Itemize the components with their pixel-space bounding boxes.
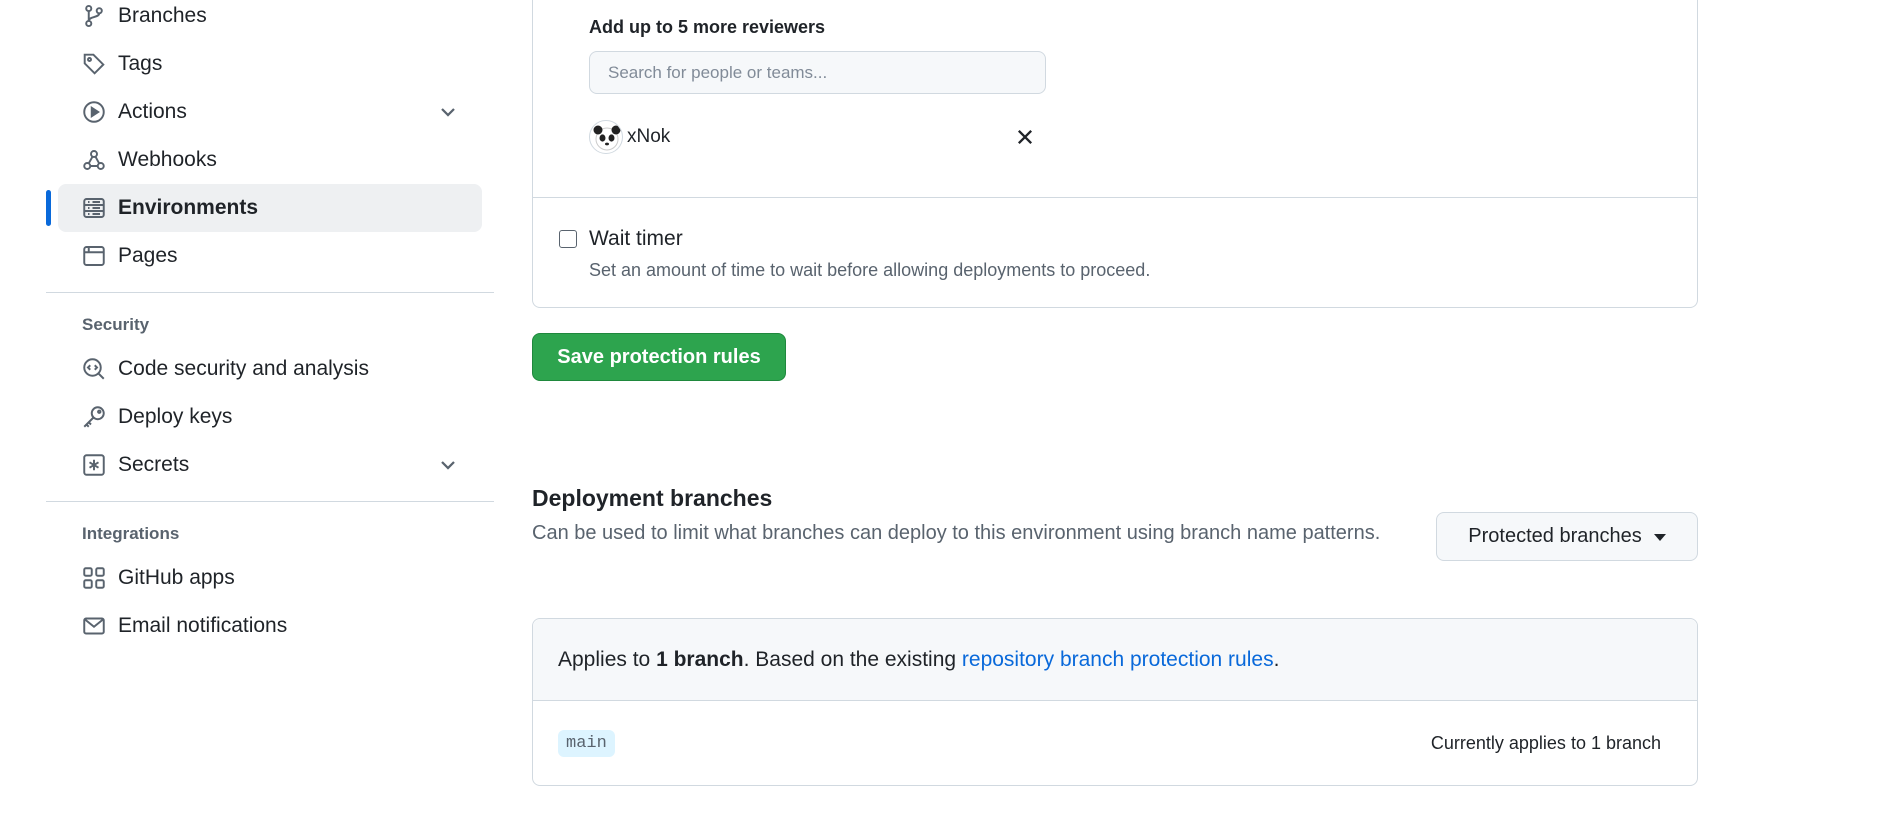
reviewer-row: xNok (589, 120, 1046, 154)
main-content: Add up to 5 more reviewers xNok (532, 0, 1698, 786)
tag-icon (82, 52, 106, 76)
sidebar-item-branches[interactable]: Branches (58, 0, 482, 40)
applies-middle: . Based on the existing (743, 647, 962, 671)
sidebar-item-label: Actions (118, 100, 187, 123)
sidebar-item-code-security[interactable]: Code security and analysis (58, 345, 482, 393)
branch-status: Currently applies to 1 branch (1430, 732, 1661, 753)
sidebar-item-label: Pages (118, 244, 178, 267)
applies-prefix: Applies to (558, 647, 657, 671)
wait-timer-checkbox[interactable] (559, 230, 577, 248)
table-row: main Currently applies to 1 branch (533, 701, 1697, 785)
deployment-branches-title: Deployment branches (532, 485, 773, 511)
sidebar-section-security: Security (82, 315, 150, 334)
sidebar-item-label: Code security and analysis (118, 357, 369, 380)
avatar (589, 120, 623, 154)
active-indicator (46, 190, 51, 226)
applies-count: 1 branch (656, 647, 744, 671)
sidebar-item-label: Secrets (118, 453, 190, 476)
wait-timer-option: Wait timer Set an amount of time to wait… (559, 227, 1150, 281)
remove-reviewer-close-icon[interactable] (1010, 122, 1040, 152)
chevron-down-icon[interactable] (436, 453, 460, 477)
key-asterisk-icon (82, 453, 106, 477)
chevron-down-icon[interactable] (436, 100, 460, 124)
server-icon (82, 196, 106, 220)
sidebar-item-tags[interactable]: Tags (58, 40, 482, 88)
browser-icon (82, 244, 106, 268)
sidebar-item-email-notifications[interactable]: Email notifications (58, 602, 482, 650)
wait-timer-title: Wait timer (589, 227, 683, 250)
sidebar-item-webhooks[interactable]: Webhooks (58, 136, 482, 184)
mail-icon (82, 614, 106, 638)
sidebar-item-label: Environments (118, 196, 259, 219)
sidebar-divider (46, 292, 494, 293)
sidebar-item-label: GitHub apps (118, 566, 235, 589)
reviewer-name: xNok (627, 126, 671, 147)
webhook-icon (82, 148, 106, 172)
deployment-branches-dropdown[interactable]: Protected branches (1436, 512, 1698, 561)
sidebar-item-secrets[interactable]: Secrets (58, 441, 482, 489)
dropdown-label: Protected branches (1468, 525, 1642, 547)
branch-protection-rules-link[interactable]: repository branch protection rules (962, 648, 1274, 672)
sidebar-divider (46, 501, 494, 502)
sidebar-item-github-apps[interactable]: GitHub apps (58, 554, 482, 602)
protection-rules-box: Add up to 5 more reviewers xNok (532, 0, 1698, 308)
sidebar-item-label: Webhooks (118, 148, 217, 171)
row-divider (533, 197, 1697, 198)
sidebar-section-integrations: Integrations (82, 524, 180, 543)
apps-icon (82, 566, 106, 590)
sidebar-item-label: Branches (118, 4, 207, 27)
sidebar-item-label: Deploy keys (118, 405, 233, 428)
codescan-icon (82, 357, 106, 381)
key-icon (82, 405, 106, 429)
caret-down-icon (1653, 534, 1666, 541)
reviewer-search-input[interactable] (589, 51, 1046, 94)
applies-suffix: . (1273, 647, 1280, 671)
applies-box: Applies to 1 branch . Based on the exist… (532, 618, 1698, 786)
save-protection-rules-button[interactable]: Save protection rules (532, 333, 786, 381)
applies-summary: Applies to 1 branch . Based on the exist… (533, 619, 1697, 701)
git-branch-icon (82, 4, 106, 28)
reviewers-label: Add up to 5 more reviewers (589, 17, 826, 37)
play-icon (82, 100, 106, 124)
branch-name-badge: main (558, 729, 615, 757)
sidebar-item-deploy-keys[interactable]: Deploy keys (58, 393, 482, 441)
sidebar-item-label: Tags (118, 52, 163, 75)
settings-sidebar: Branches Tags Actions Webhooks Environme… (46, 0, 494, 650)
sidebar-item-actions[interactable]: Actions (58, 88, 482, 136)
sidebar-item-label: Email notifications (118, 614, 288, 637)
deployment-branches-description: Can be used to limit what branches can d… (532, 522, 1381, 544)
wait-timer-description: Set an amount of time to wait before all… (589, 260, 1151, 280)
sidebar-item-pages[interactable]: Pages (58, 232, 482, 280)
sidebar-item-environments[interactable]: Environments (46, 184, 482, 232)
